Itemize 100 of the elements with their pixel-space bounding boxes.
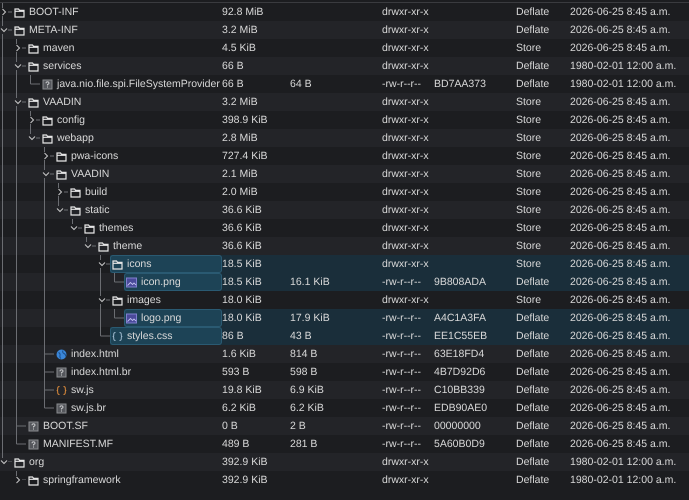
file-name: themes xyxy=(99,222,134,234)
file-name: BOOT.SF xyxy=(43,420,89,432)
method-cell-text: Deflate xyxy=(516,456,550,468)
collapse-chevron-icon[interactable] xyxy=(28,134,36,142)
size-cell-text: 398.9 KiB xyxy=(222,114,269,126)
crc-cell: A4C1A3FA xyxy=(434,312,486,324)
file-name: static xyxy=(85,204,111,216)
collapse-chevron-icon[interactable] xyxy=(98,296,106,304)
file-name: index.html xyxy=(71,348,120,360)
modified-cell-text: 2026-06-25 8:45 a.m. xyxy=(570,366,672,378)
expand-chevron-icon[interactable] xyxy=(14,44,22,52)
tree-row[interactable]: webapp 2.8 MiB drwxr-xr-x Store 2026-06-25 8:45 a.m. xyxy=(0,129,689,147)
tree-row[interactable]: sw.js 19.8 KiB 6.9 KiB -rw-r--r-- C10BB339 Deflate 2026-06-25 8:45 a.m. xyxy=(0,381,689,399)
tree-row[interactable]: org 392.9 KiB drwxr-xr-x Deflate 1980-02-01 12:00 a.m. xyxy=(0,453,689,471)
collapse-chevron-icon[interactable] xyxy=(0,26,8,34)
modified-cell-text: 2026-06-25 8:45 a.m. xyxy=(570,312,672,324)
method-cell-text: Store xyxy=(516,150,542,162)
attributes-cell-text: -rw-r--r-- xyxy=(382,348,422,360)
folder-icon xyxy=(56,168,67,180)
attributes-cell-text: drwxr-xr-x xyxy=(382,474,430,486)
modified-cell-text: 2026-06-25 8:45 a.m. xyxy=(570,258,672,270)
collapse-chevron-icon[interactable] xyxy=(56,206,64,214)
collapse-chevron-icon[interactable] xyxy=(0,458,8,466)
tree-guide-lines xyxy=(2,129,40,147)
crc-cell: 00000000 xyxy=(434,420,481,432)
tree-guide-lines xyxy=(2,183,68,201)
tree-row[interactable]: BOOT.SF 0 B 2 B -rw-r--r-- 00000000 Deflate 2026-06-25 8:45 a.m. xyxy=(0,417,689,435)
tree-row[interactable]: logo.png 18.0 KiB 17.9 KiB -rw-r--r-- A4C1A3FA Deflate 2026-06-25 8:45 a.m. xyxy=(0,309,689,327)
expand-chevron-icon[interactable] xyxy=(14,476,22,484)
modified-cell-text: 2026-06-25 8:45 a.m. xyxy=(570,438,672,450)
packed-size-cell: 598 B xyxy=(290,366,318,378)
tree-row[interactable]: VAADIN 3.2 MiB drwxr-xr-x Store 2026-06-25 8:45 a.m. xyxy=(0,93,689,111)
size-cell-text: 392.9 KiB xyxy=(222,456,269,468)
tree-row[interactable]: icon.png 18.5 KiB 16.1 KiB -rw-r--r-- 9B808ADA Deflate 2026-06-25 8:45 a.m. xyxy=(0,273,689,291)
folder-icon xyxy=(14,6,25,18)
tree-guide-lines xyxy=(2,165,54,183)
attributes-cell-text: drwxr-xr-x xyxy=(382,24,430,36)
size-cell-text: 727.4 KiB xyxy=(222,150,269,162)
method-cell-text: Deflate xyxy=(516,384,550,396)
packed-size-cell: 17.9 KiB xyxy=(290,312,330,324)
tree-row[interactable]: VAADIN 2.1 MiB drwxr-xr-x Store 2026-06-25 8:45 a.m. xyxy=(0,165,689,183)
modified-cell-text: 2026-06-25 8:45 a.m. xyxy=(570,204,672,216)
file-name: build xyxy=(85,186,108,198)
folder-icon xyxy=(14,24,25,36)
tree-row[interactable]: META-INF 3.2 MiB drwxr-xr-x Deflate 2026-06-25 8:45 a.m. xyxy=(0,21,689,39)
tree-row[interactable]: theme 36.6 KiB drwxr-xr-x Store 2026-06-25 8:45 a.m. xyxy=(0,237,689,255)
collapse-chevron-icon[interactable] xyxy=(70,224,78,232)
size-cell-text: 36.6 KiB xyxy=(222,222,263,234)
tree-row[interactable]: index.html 1.6 KiB 814 B -rw-r--r-- 63E18FD4 Deflate 2026-06-25 8:45 a.m. xyxy=(0,345,689,363)
attributes-cell-text: -rw-r--r-- xyxy=(382,330,422,342)
attributes-cell-text: drwxr-xr-x xyxy=(382,132,430,144)
tree-row[interactable]: styles.css 86 B 43 B -rw-r--r-- EE1C55EB Deflate 2026-06-25 8:45 a.m. xyxy=(0,327,689,345)
modified-cell-text: 2026-06-25 8:45 a.m. xyxy=(570,330,672,342)
collapse-chevron-icon[interactable] xyxy=(14,62,22,70)
folder-icon xyxy=(42,132,53,144)
method-cell-text: Deflate xyxy=(516,24,550,36)
size-cell-text: 0 B xyxy=(222,420,239,432)
expand-chevron-icon[interactable] xyxy=(0,8,8,16)
crc-cell: EE1C55EB xyxy=(434,330,488,342)
crc-cell: 63E18FD4 xyxy=(434,348,484,360)
packed-size-cell: 281 B xyxy=(290,438,318,450)
attributes-cell-text: drwxr-xr-x xyxy=(382,258,430,270)
modified-cell-text: 2026-06-25 8:45 a.m. xyxy=(570,294,672,306)
file-name: BOOT-INF xyxy=(29,6,80,18)
attributes-cell-text: -rw-r--r-- xyxy=(382,276,422,288)
expand-chevron-icon[interactable] xyxy=(28,116,36,124)
tree-row[interactable]: icons 18.5 KiB drwxr-xr-x Store 2026-06-25 8:45 a.m. xyxy=(0,255,689,273)
crc-cell: EDB90AE0 xyxy=(434,402,488,414)
size-cell-text: 92.8 MiB xyxy=(222,6,264,18)
folder-icon xyxy=(14,456,25,468)
collapse-chevron-icon[interactable] xyxy=(42,170,50,178)
method-cell-text: Store xyxy=(516,132,542,144)
crc-cell: C10BB339 xyxy=(434,384,485,396)
expand-chevron-icon[interactable] xyxy=(42,152,50,160)
modified-cell-text: 2026-06-25 8:45 a.m. xyxy=(570,222,672,234)
modified-cell-text: 2026-06-25 8:45 a.m. xyxy=(570,6,672,18)
size-cell-text: 36.6 KiB xyxy=(222,204,263,216)
file-name: styles.css xyxy=(127,330,174,342)
collapse-chevron-icon[interactable] xyxy=(98,260,106,268)
folder-icon xyxy=(56,150,67,162)
file-name: org xyxy=(29,456,46,468)
method-cell-text: Deflate xyxy=(516,276,550,288)
crc-cell: 4B7D92D6 xyxy=(434,366,486,378)
file-name: META-INF xyxy=(29,24,79,36)
method-cell-text: Deflate xyxy=(516,78,550,90)
method-cell-text: Deflate xyxy=(516,366,550,378)
method-cell-text: Deflate xyxy=(516,312,550,324)
file-name: config xyxy=(57,114,86,126)
tree-row[interactable]: static 36.6 KiB drwxr-xr-x Store 2026-06-25 8:45 a.m. xyxy=(0,201,689,219)
modified-cell-text: 1980-02-01 12:00 a.m. xyxy=(570,474,678,486)
modified-cell-text: 2026-06-25 8:45 a.m. xyxy=(570,132,672,144)
expand-chevron-icon[interactable] xyxy=(56,188,64,196)
file-name: maven xyxy=(43,42,76,54)
collapse-chevron-icon[interactable] xyxy=(84,242,92,250)
size-cell-text: 18.5 KiB xyxy=(222,258,263,270)
attributes-cell-text: -rw-r--r-- xyxy=(382,420,422,432)
packed-size-cell: 6.2 KiB xyxy=(290,402,324,414)
modified-cell-text: 2026-06-25 8:45 a.m. xyxy=(570,240,672,252)
collapse-chevron-icon[interactable] xyxy=(14,98,22,106)
tree-row[interactable]: services 66 B drwxr-xr-x Deflate 1980-02-01 12:00 a.m. xyxy=(0,57,689,75)
